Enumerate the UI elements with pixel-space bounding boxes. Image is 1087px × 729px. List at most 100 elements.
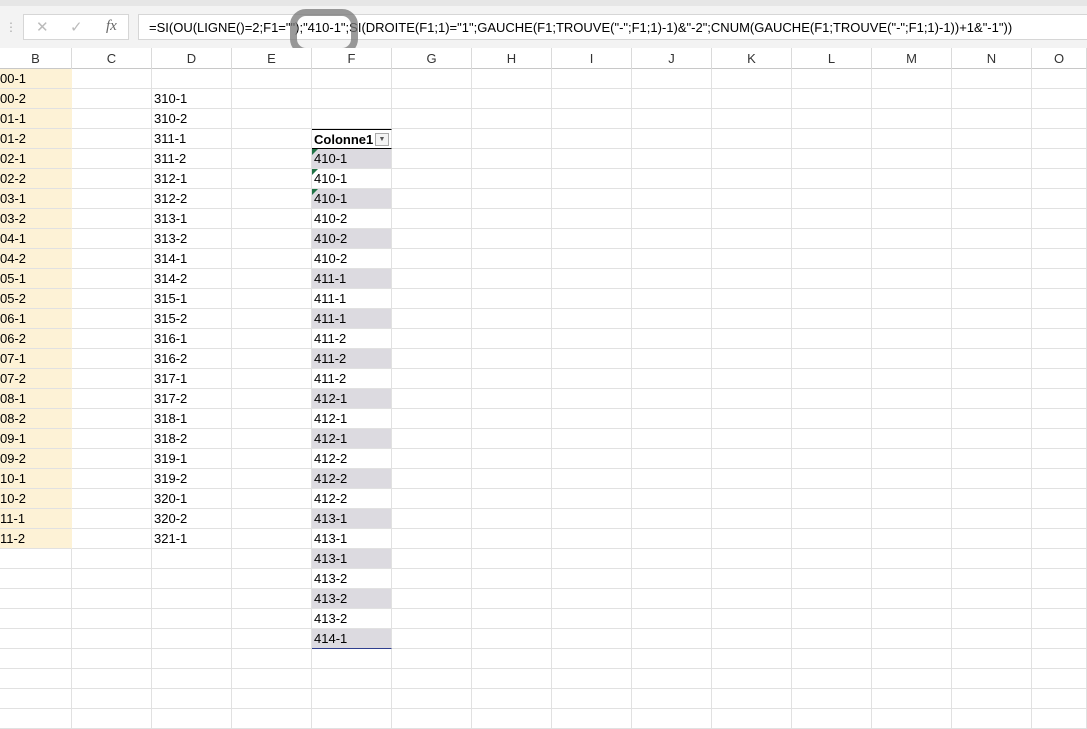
cell-M29[interactable] [872, 629, 952, 649]
cell-K7[interactable] [712, 189, 792, 209]
cell-B20[interactable]: 09-2 [0, 449, 72, 469]
cell-B25[interactable] [0, 549, 72, 569]
cell-F3[interactable] [312, 109, 392, 129]
cell-O10[interactable] [1032, 249, 1087, 269]
cell-K18[interactable] [712, 409, 792, 429]
cell-D20[interactable]: 319-1 [152, 449, 232, 469]
cell-D26[interactable] [152, 569, 232, 589]
cell-D8[interactable]: 313-1 [152, 209, 232, 229]
cell-I11[interactable] [552, 269, 632, 289]
cell-K9[interactable] [712, 229, 792, 249]
cell-N28[interactable] [952, 609, 1032, 629]
cell-O11[interactable] [1032, 269, 1087, 289]
cell-C16[interactable] [72, 369, 152, 389]
cell-J27[interactable] [632, 589, 712, 609]
cell-K3[interactable] [712, 109, 792, 129]
cell-H25[interactable] [472, 549, 552, 569]
cell-D16[interactable]: 317-1 [152, 369, 232, 389]
cell-G7[interactable] [392, 189, 472, 209]
cell-C13[interactable] [72, 309, 152, 329]
cell-I20[interactable] [552, 449, 632, 469]
cell-H10[interactable] [472, 249, 552, 269]
cell-C12[interactable] [72, 289, 152, 309]
cell-M20[interactable] [872, 449, 952, 469]
cell-G26[interactable] [392, 569, 472, 589]
cell-J11[interactable] [632, 269, 712, 289]
cell-I6[interactable] [552, 169, 632, 189]
cell-K8[interactable] [712, 209, 792, 229]
cell-K22[interactable] [712, 489, 792, 509]
cell-J32[interactable] [632, 689, 712, 709]
cell-D6[interactable]: 312-1 [152, 169, 232, 189]
table-cell[interactable]: 412-1 [312, 409, 392, 429]
table-cell[interactable]: 412-1 [312, 389, 392, 409]
cell-G20[interactable] [392, 449, 472, 469]
cell-J15[interactable] [632, 349, 712, 369]
column-header-N[interactable]: N [952, 48, 1032, 69]
cell-D15[interactable]: 316-2 [152, 349, 232, 369]
cell-G18[interactable] [392, 409, 472, 429]
cell-G15[interactable] [392, 349, 472, 369]
cell-H18[interactable] [472, 409, 552, 429]
cell-O5[interactable] [1032, 149, 1087, 169]
cell-L8[interactable] [792, 209, 872, 229]
cell-K15[interactable] [712, 349, 792, 369]
cell-G1[interactable] [392, 69, 472, 89]
cell-L17[interactable] [792, 389, 872, 409]
cell-F31[interactable] [312, 669, 392, 689]
cell-B28[interactable] [0, 609, 72, 629]
cell-H32[interactable] [472, 689, 552, 709]
cell-O12[interactable] [1032, 289, 1087, 309]
cell-H1[interactable] [472, 69, 552, 89]
cell-I13[interactable] [552, 309, 632, 329]
cell-N24[interactable] [952, 529, 1032, 549]
table-cell[interactable]: 413-1 [312, 549, 392, 569]
cell-L11[interactable] [792, 269, 872, 289]
cell-N9[interactable] [952, 229, 1032, 249]
cell-B16[interactable]: 07-2 [0, 369, 72, 389]
cell-O6[interactable] [1032, 169, 1087, 189]
cell-J1[interactable] [632, 69, 712, 89]
table-cell[interactable]: 411-1 [312, 289, 392, 309]
table-cell[interactable]: 413-1 [312, 529, 392, 549]
cell-K2[interactable] [712, 89, 792, 109]
cell-B26[interactable] [0, 569, 72, 589]
table-cell[interactable]: 411-1 [312, 269, 392, 289]
table-cell[interactable]: 414-1 [312, 629, 392, 649]
column-header-D[interactable]: D [152, 48, 232, 69]
cell-H16[interactable] [472, 369, 552, 389]
cell-J17[interactable] [632, 389, 712, 409]
cell-N23[interactable] [952, 509, 1032, 529]
enter-icon[interactable]: ✓ [70, 18, 83, 36]
cell-M10[interactable] [872, 249, 952, 269]
cell-O33[interactable] [1032, 709, 1087, 729]
cell-M18[interactable] [872, 409, 952, 429]
cell-J9[interactable] [632, 229, 712, 249]
cell-L28[interactable] [792, 609, 872, 629]
cell-E26[interactable] [232, 569, 312, 589]
cell-B15[interactable]: 07-1 [0, 349, 72, 369]
cell-I17[interactable] [552, 389, 632, 409]
cell-E10[interactable] [232, 249, 312, 269]
cell-G21[interactable] [392, 469, 472, 489]
cell-H11[interactable] [472, 269, 552, 289]
cell-C20[interactable] [72, 449, 152, 469]
cell-I10[interactable] [552, 249, 632, 269]
cell-I29[interactable] [552, 629, 632, 649]
cell-L10[interactable] [792, 249, 872, 269]
cell-I30[interactable] [552, 649, 632, 669]
column-header-E[interactable]: E [232, 48, 312, 69]
cell-H20[interactable] [472, 449, 552, 469]
cell-N11[interactable] [952, 269, 1032, 289]
table-cell[interactable]: 410-1 [312, 149, 392, 169]
column-header-K[interactable]: K [712, 48, 792, 69]
cell-D24[interactable]: 321-1 [152, 529, 232, 549]
cell-G32[interactable] [392, 689, 472, 709]
cell-M27[interactable] [872, 589, 952, 609]
cell-B3[interactable]: 01-1 [0, 109, 72, 129]
cell-H26[interactable] [472, 569, 552, 589]
cell-O4[interactable] [1032, 129, 1087, 149]
cell-I16[interactable] [552, 369, 632, 389]
cell-E21[interactable] [232, 469, 312, 489]
cell-B10[interactable]: 04-2 [0, 249, 72, 269]
